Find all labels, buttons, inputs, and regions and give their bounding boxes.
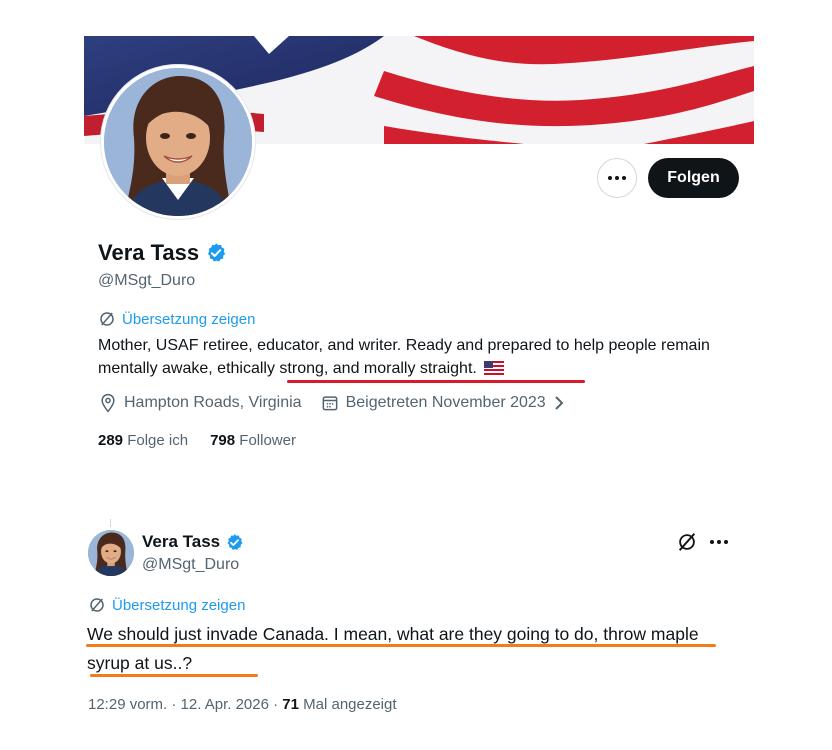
tweet-author-name[interactable]: Vera Tass xyxy=(142,532,244,552)
profile-name: Vera Tass xyxy=(98,240,227,266)
chevron-right-icon xyxy=(554,396,564,410)
tweet-views-count: 71 xyxy=(282,696,299,713)
followers-count: 798 xyxy=(210,432,236,449)
show-translation-link[interactable]: Übersetzung zeigen xyxy=(98,310,255,328)
grok-icon[interactable] xyxy=(676,531,698,553)
profile-name-text: Vera Tass xyxy=(98,240,200,265)
bio-text-2: ethically strong, and morally straight. xyxy=(217,360,477,377)
verified-badge-icon[interactable] xyxy=(205,242,227,264)
following-link[interactable]: 289 Folge ich xyxy=(98,432,188,449)
translate-icon xyxy=(90,598,104,612)
followers-label: Follower xyxy=(239,432,296,449)
show-translation-label: Übersetzung zeigen xyxy=(122,310,256,328)
more-dots-icon xyxy=(608,176,626,180)
profile-stats: 289 Folge ich 798 Follower xyxy=(98,432,296,449)
follow-button[interactable]: Folgen xyxy=(648,158,739,198)
tweet-timestamp[interactable]: 12:29 vorm. · 12. Apr. 2026 · xyxy=(88,696,282,713)
tweet-more-icon[interactable] xyxy=(710,540,728,544)
avatar-illustration xyxy=(104,68,252,216)
tweet-show-translation-link[interactable]: Übersetzung zeigen xyxy=(88,596,245,614)
profile-bio: Mother, USAF retiree, educator, and writ… xyxy=(98,334,728,380)
thread-line xyxy=(110,519,111,527)
more-options-button[interactable] xyxy=(597,158,637,198)
red-highlight-underline xyxy=(287,380,585,383)
joined-text: Beigetreten November 2023 xyxy=(345,394,546,411)
calendar-icon xyxy=(322,396,337,411)
location-item: Hampton Roads, Virginia xyxy=(98,393,302,413)
verified-badge-icon[interactable] xyxy=(225,533,244,552)
following-count: 289 xyxy=(98,432,124,449)
tweet-author-name-text: Vera Tass xyxy=(142,532,221,551)
avatar-illustration xyxy=(88,530,134,576)
profile-handle: @MSgt_Duro xyxy=(98,272,196,289)
tweet-show-translation-label: Übersetzung zeigen xyxy=(112,596,246,614)
location-pin-icon xyxy=(101,393,115,413)
tweet-footer: 12:29 vorm. · 12. Apr. 2026 · 71 Mal ang… xyxy=(88,696,397,713)
joined-item[interactable]: Beigetreten November 2023 xyxy=(320,393,566,413)
following-label: Folge ich xyxy=(127,432,189,449)
tweet-avatar[interactable] xyxy=(88,530,134,576)
us-flag-emoji xyxy=(484,361,505,375)
profile-avatar[interactable] xyxy=(100,64,256,220)
location-text: Hampton Roads, Virginia xyxy=(124,394,302,411)
tweet-author-handle[interactable]: @MSgt_Duro xyxy=(142,556,239,574)
orange-highlight-underline-2 xyxy=(90,674,258,677)
followers-link[interactable]: 798 Follower xyxy=(210,432,296,449)
orange-highlight-underline-1 xyxy=(86,644,716,647)
profile-meta: Hampton Roads, Virginia Beigetreten Nove… xyxy=(98,393,566,413)
translate-icon xyxy=(100,312,114,326)
tweet-text: We should just invade Canada. I mean, wh… xyxy=(87,624,699,673)
tweet-views-label: Mal angezeigt xyxy=(298,696,397,713)
tweet-actions-top xyxy=(676,531,728,553)
